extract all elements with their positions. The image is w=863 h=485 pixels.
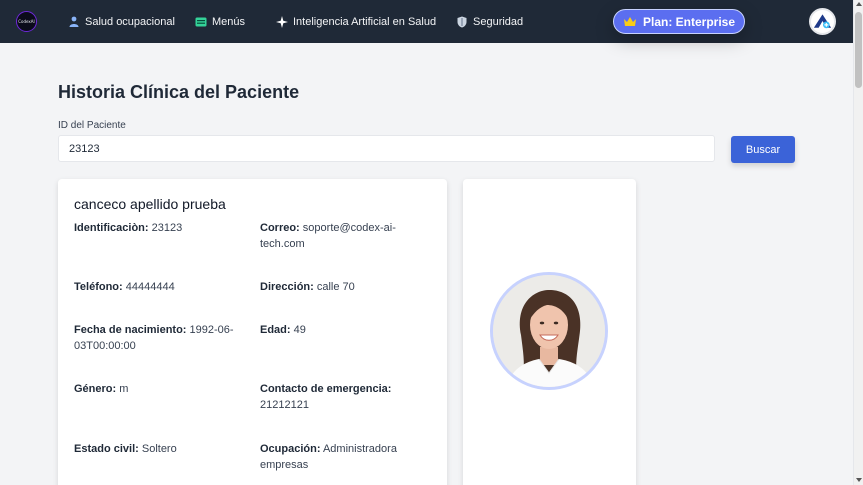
- field-label: Identificaciòn:: [74, 222, 149, 234]
- field-label: Contacto de emergencia:: [260, 383, 392, 395]
- shield-icon: [456, 16, 468, 28]
- patient-portrait-image: [493, 275, 605, 387]
- menu-card-icon: [195, 16, 207, 28]
- field-estado-civil: Estado civil: Soltero: [74, 441, 244, 457]
- nav-item-salud-ocupacional[interactable]: Salud ocupacional: [68, 0, 175, 43]
- field-value: 44444444: [125, 281, 175, 293]
- nav-item-menus[interactable]: Menús: [195, 0, 245, 43]
- user-avatar[interactable]: [809, 8, 836, 35]
- user-avatar-icon: [813, 13, 832, 28]
- crown-icon: [623, 16, 637, 27]
- field-label: Estado civil:: [74, 443, 139, 455]
- field-value: 21212121: [260, 399, 309, 411]
- field-fecha-nacimiento: Fecha de nacimiento: 1992-06-03T00:00:00: [74, 322, 234, 354]
- field-telefono: Teléfono: 44444444: [74, 279, 244, 295]
- nav-item-seguridad[interactable]: Seguridad: [456, 0, 523, 43]
- scroll-up-arrow-icon[interactable]: [856, 2, 862, 6]
- sparkle-icon: [276, 15, 288, 28]
- field-value: 23123: [151, 222, 183, 234]
- field-label: Correo:: [260, 222, 300, 234]
- patient-id-label: ID del Paciente: [58, 120, 126, 131]
- nav-label: Salud ocupacional: [85, 15, 175, 28]
- field-label: Género:: [74, 383, 117, 395]
- field-value: Soltero: [141, 443, 177, 455]
- field-label: Dirección:: [260, 281, 314, 293]
- field-value: m: [119, 383, 129, 395]
- field-identificacion: Identificaciòn: 23123: [74, 220, 244, 236]
- logo-text: CodexAI: [18, 19, 35, 24]
- field-label: Teléfono:: [74, 281, 123, 293]
- person-icon: [68, 16, 80, 28]
- field-genero: Género: m: [74, 381, 244, 397]
- nav-label: Seguridad: [473, 15, 524, 28]
- search-button[interactable]: Buscar: [731, 136, 795, 163]
- patient-photo: [490, 272, 608, 390]
- field-label: Ocupación:: [260, 443, 321, 455]
- field-value: 49: [293, 324, 306, 336]
- scrollbar-thumb[interactable]: [855, 12, 862, 88]
- field-value: calle 70: [316, 281, 355, 293]
- plan-enterprise-button[interactable]: Plan: Enterprise: [613, 9, 745, 34]
- nav-label: Menús: [212, 15, 246, 28]
- field-direccion: Dirección: calle 70: [260, 279, 420, 295]
- nav-label: Inteligencia Artificial en Salud: [293, 15, 437, 28]
- page-title: Historia Clínica del Paciente: [58, 82, 300, 102]
- patient-name: canceco apellido prueba: [74, 196, 226, 212]
- field-correo: Correo: soporte@codex-ai-tech.com: [260, 220, 415, 252]
- nav-item-inteligencia-artificial[interactable]: Inteligencia Artificial en Salud: [276, 0, 436, 43]
- field-label: Fecha de nacimiento:: [74, 324, 187, 336]
- page-scrollbar[interactable]: [853, 0, 863, 485]
- patient-id-input[interactable]: [58, 135, 715, 162]
- field-label: Edad:: [260, 324, 291, 336]
- top-navbar: CodexAI Salud ocupacional Menús Intelige…: [0, 0, 853, 43]
- plan-label: Plan: Enterprise: [642, 14, 736, 29]
- field-contacto-emergencia: Contacto de emergencia: 21212121: [260, 381, 410, 413]
- app-logo[interactable]: CodexAI: [16, 11, 37, 32]
- field-edad: Edad: 49: [260, 322, 420, 338]
- field-ocupacion: Ocupación: Administradora empresas: [260, 441, 410, 473]
- scroll-down-arrow-icon[interactable]: [856, 478, 862, 482]
